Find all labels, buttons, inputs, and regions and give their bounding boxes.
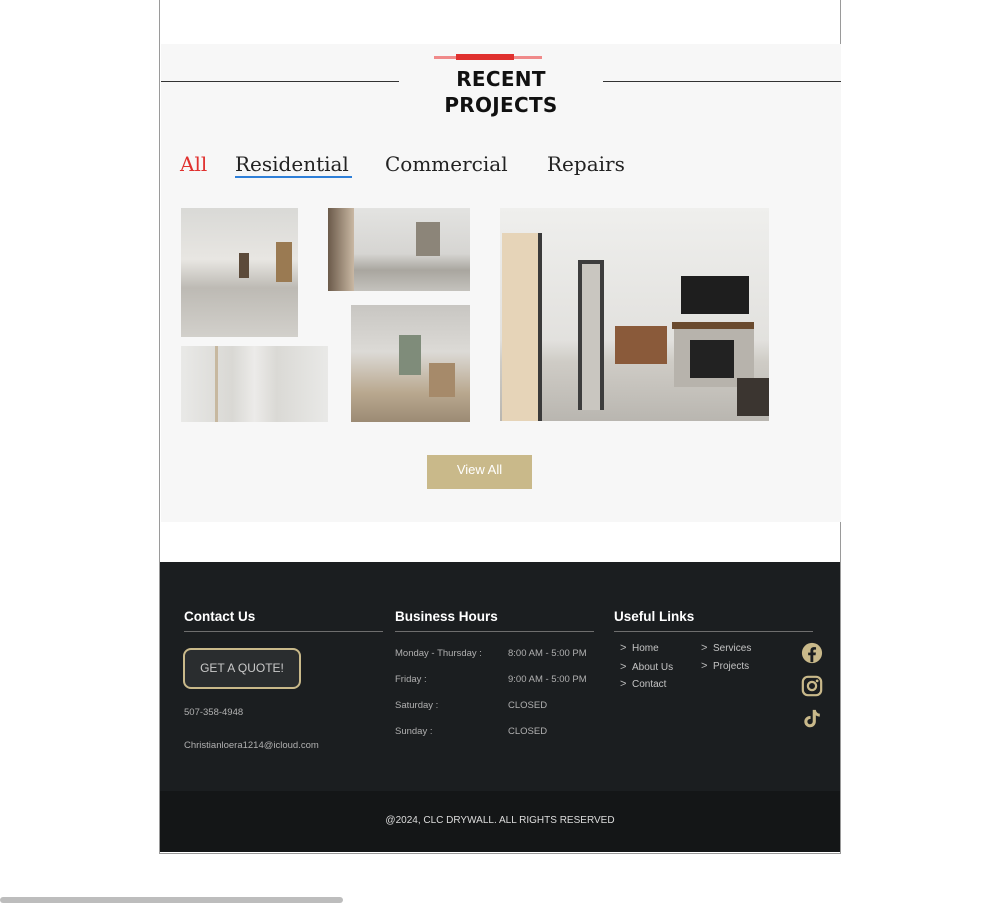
filter-commercial[interactable]: Commercial [385,149,508,179]
hours-time: 9:00 AM - 5:00 PM [508,674,587,685]
photo-door [502,233,542,421]
heading-accent-bar [456,54,514,60]
hours-title: Business Hours [395,609,498,624]
recent-projects-section: RECENT PROJECTS All Residential Commerci… [161,44,841,522]
filter-all[interactable]: All [180,149,207,179]
footer-link-about[interactable]: > About Us [620,661,673,673]
photo-mantel [672,322,754,329]
filter-residential[interactable]: Residential [235,149,352,179]
chevron-right-icon: > [620,642,627,654]
footer-link-label: Services [713,643,752,654]
hours-time: 8:00 AM - 5:00 PM [508,648,587,659]
instagram-icon[interactable] [801,675,823,697]
footer-link-label: About Us [632,662,674,673]
chevron-right-icon: > [620,661,627,673]
footer-link-label: Home [632,643,659,654]
page-frame: RECENT PROJECTS All Residential Commerci… [159,0,841,854]
tiktok-icon[interactable] [801,708,823,730]
section-title: RECENT PROJECTS [399,66,603,117]
chevron-right-icon: > [701,660,708,672]
footer-link-projects[interactable]: > Projects [701,660,749,672]
project-filters: All Residential Commercial Repairs [161,149,841,183]
hours-day: Friday : [395,674,427,685]
footer-link-home[interactable]: > Home [620,642,659,654]
horizontal-scrollbar[interactable] [0,897,343,903]
project-photo-living-room[interactable] [500,208,769,421]
project-photo-hallway[interactable] [328,208,470,291]
project-photo-construction[interactable] [351,305,470,422]
contact-title: Contact Us [184,609,256,624]
project-photo-drywall[interactable] [181,346,328,422]
hours-time: CLOSED [508,700,548,711]
photo-cabinet [615,326,667,364]
links-divider [614,631,813,632]
view-all-button[interactable]: View All [427,455,532,489]
hours-day: Saturday : [395,700,439,711]
hours-day: Sunday : [395,726,433,737]
contact-email[interactable]: Christianloera1214@icloud.com [184,740,319,751]
project-photo-basement[interactable] [181,208,298,337]
photo-fireplace [690,340,734,378]
hours-time: CLOSED [508,726,548,737]
hours-divider [395,631,594,632]
footer-bottom-bar: @2024, CLC DRYWALL. ALL RIGHTS RESERVED [160,791,840,852]
footer-link-label: Contact [632,679,667,690]
facebook-icon[interactable] [801,642,823,664]
contact-phone[interactable]: 507-358-4948 [184,707,243,718]
footer-link-contact[interactable]: > Contact [620,678,666,690]
chevron-right-icon: > [620,678,627,690]
contact-divider [184,631,383,632]
chevron-right-icon: > [701,642,708,654]
links-title: Useful Links [614,609,695,624]
footer-link-label: Projects [713,661,750,672]
copyright-text: @2024, CLC DRYWALL. ALL RIGHTS RESERVED [385,815,615,826]
site-footer: Contact Us GET A QUOTE! 507-358-4948 Chr… [160,562,840,791]
photo-doorway [578,260,604,410]
hours-day: Monday - Thursday : [395,648,482,659]
photo-tv [681,276,749,314]
footer-link-services[interactable]: > Services [701,642,751,654]
photo-chair [737,378,769,416]
get-quote-button[interactable]: GET A QUOTE! [183,648,301,689]
filter-repairs[interactable]: Repairs [547,149,625,179]
